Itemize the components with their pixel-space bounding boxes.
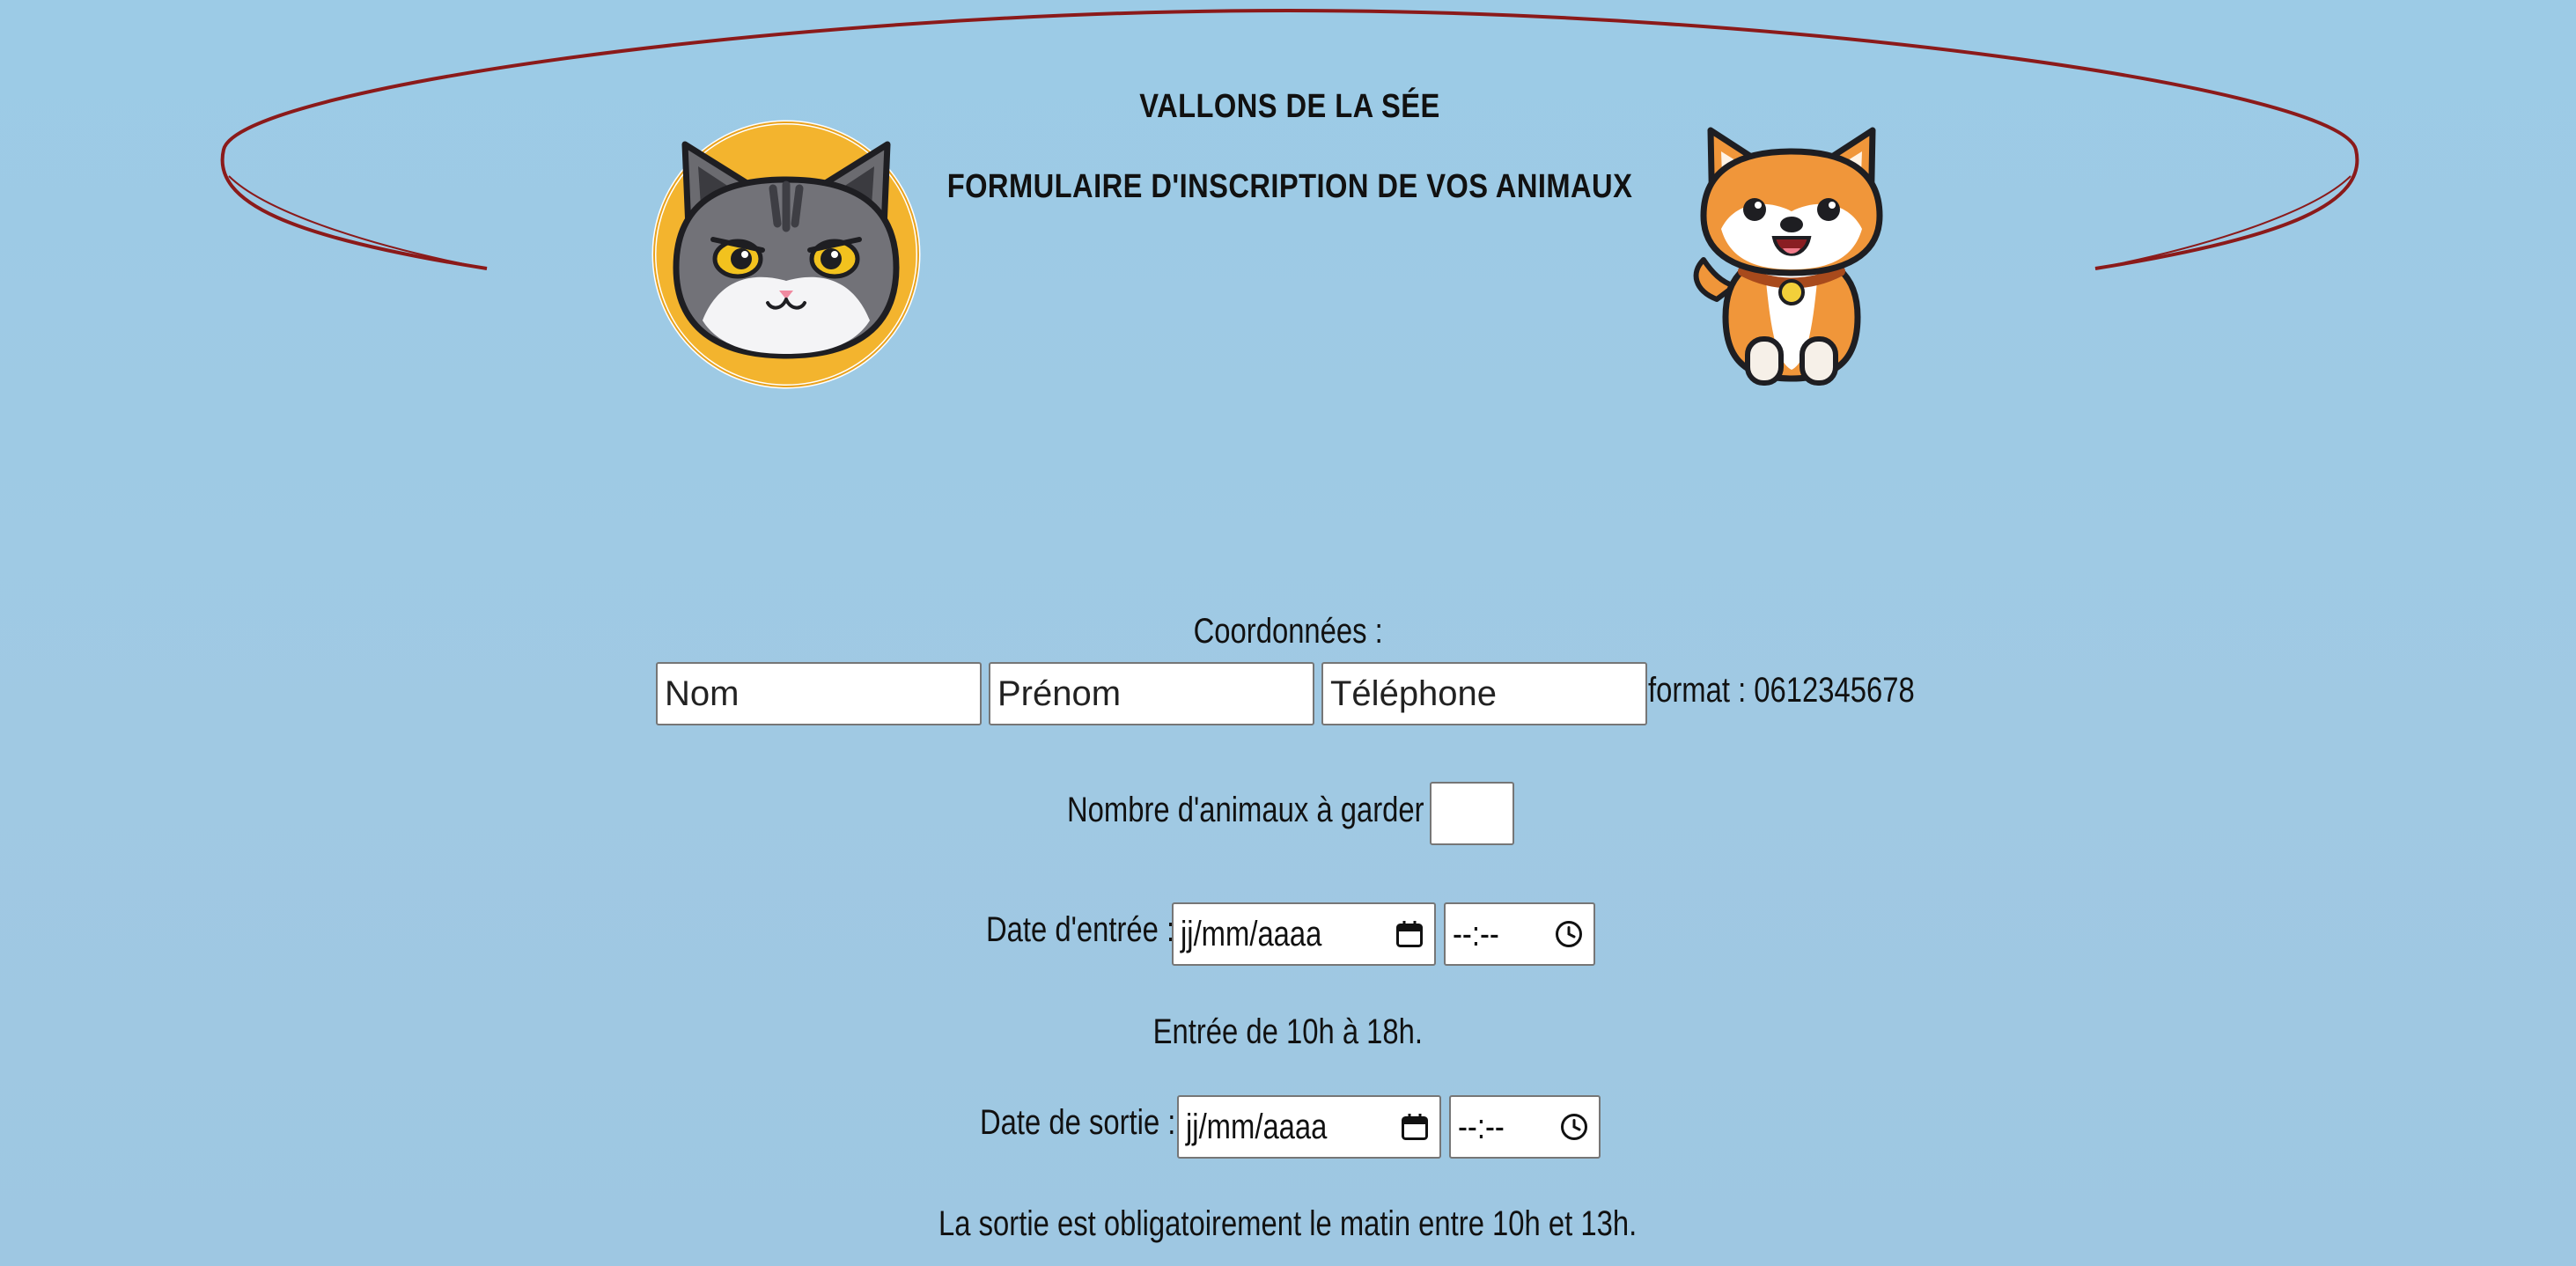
exit-hours-note: La sortie est obligatoirement le matin e… xyxy=(938,1204,1638,1243)
dog-illustration xyxy=(1693,127,1883,386)
entry-hours-note: Entrée de 10h à 18h. xyxy=(1152,1012,1424,1051)
contact-section-label: Coordonnées : xyxy=(1193,612,1383,651)
animals-count-label: Nombre d'animaux à garder : xyxy=(1067,791,1440,829)
exit-date-value: jj/mm/aaaa xyxy=(1186,1107,1328,1146)
entry-date-label: Date d'entrée : xyxy=(986,910,1175,949)
entry-time-value: --:-- xyxy=(1453,914,1499,953)
entry-time-input[interactable]: --:-- xyxy=(1444,902,1595,966)
clock-icon[interactable] xyxy=(1558,1111,1590,1143)
prenom-input[interactable] xyxy=(989,662,1314,725)
calendar-icon[interactable] xyxy=(1394,918,1425,950)
entry-date-input[interactable]: jj/mm/aaaa xyxy=(1172,902,1436,966)
page-title: VALLONS DE LA SÉE xyxy=(1139,88,1440,125)
exit-date-label: Date de sortie : xyxy=(980,1103,1176,1142)
clock-icon[interactable] xyxy=(1553,918,1585,950)
calendar-icon[interactable] xyxy=(1399,1111,1431,1143)
exit-date-input[interactable]: jj/mm/aaaa xyxy=(1177,1095,1441,1159)
exit-time-value: --:-- xyxy=(1458,1107,1505,1146)
header-titles: VALLONS DE LA SÉE FORMULAIRE D'INSCRIPTI… xyxy=(900,88,1680,206)
form-title: FORMULAIRE D'INSCRIPTION DE VOS ANIMAUX xyxy=(946,168,1633,205)
exit-time-input[interactable]: --:-- xyxy=(1449,1095,1601,1159)
animals-count-input[interactable] xyxy=(1430,782,1514,845)
page: VALLONS DE LA SÉE FORMULAIRE D'INSCRIPTI… xyxy=(0,0,2576,1266)
cat-illustration xyxy=(651,120,921,389)
entry-date-value: jj/mm/aaaa xyxy=(1181,914,1322,953)
telephone-input[interactable] xyxy=(1321,662,1647,725)
telephone-format-hint: format : 0612345678 xyxy=(1648,671,1915,710)
nom-input[interactable] xyxy=(656,662,982,725)
